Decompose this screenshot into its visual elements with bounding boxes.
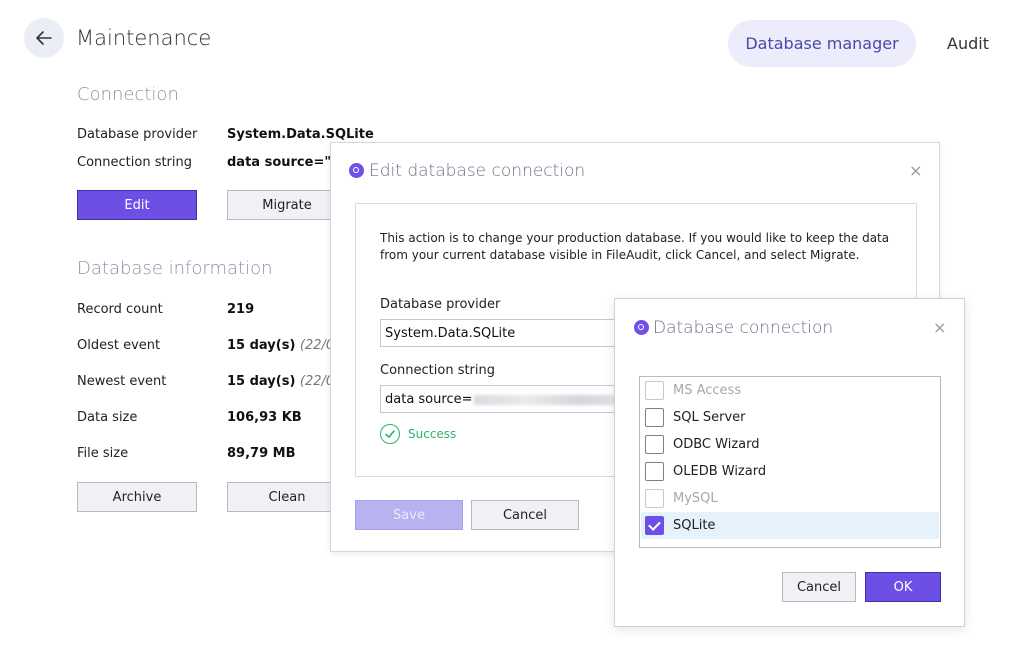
connection-status: Success [380, 424, 456, 444]
option-sqlite[interactable]: SQLite [641, 512, 939, 539]
connection-string-label: Connection string [77, 155, 193, 170]
provider-label: Database provider [77, 127, 198, 142]
conn-cancel-button[interactable]: Cancel [782, 572, 856, 602]
checkbox[interactable] [645, 462, 664, 481]
checkbox-checked[interactable] [645, 516, 664, 535]
option-mysql[interactable]: MySQL [641, 485, 939, 512]
record-count-value: 219 [227, 302, 255, 317]
option-odbc-wizard[interactable]: ODBC Wizard [641, 431, 939, 458]
arrow-left-icon [36, 31, 52, 45]
checkbox[interactable] [645, 408, 664, 427]
edit-dialog-close-icon[interactable]: × [909, 161, 922, 180]
oldest-event-label: Oldest event [77, 338, 161, 353]
provider-checkbox-list: MS Access SQL Server ODBC Wizard OLEDB W… [639, 376, 941, 548]
fileaudit-logo-icon [634, 320, 649, 335]
ok-button[interactable]: OK [865, 572, 941, 602]
nav-audit[interactable]: Audit [947, 34, 989, 53]
file-size-value: 89,79 MB [227, 446, 296, 461]
checkbox[interactable] [645, 381, 664, 400]
conn-dialog-close-icon[interactable]: × [933, 318, 946, 337]
edit-dialog-title: Edit database connection [369, 161, 586, 181]
connection-section-title: Connection [77, 84, 179, 105]
database-connection-dialog: Database connection × MS Access SQL Serv… [614, 298, 965, 627]
data-size-label: Data size [77, 410, 138, 425]
page-title: Maintenance [76, 26, 212, 50]
fileaudit-logo-icon [349, 163, 364, 178]
save-button[interactable]: Save [355, 500, 463, 530]
edit-connection-string-label: Connection string [380, 363, 496, 378]
redacted-text [474, 394, 635, 405]
db-info-section-title: Database information [77, 258, 273, 279]
nav-database-manager[interactable]: Database manager [728, 20, 916, 67]
checkbox[interactable] [645, 489, 664, 508]
clean-button[interactable]: Clean [227, 482, 347, 512]
checkbox[interactable] [645, 435, 664, 454]
migrate-button[interactable]: Migrate [227, 190, 347, 220]
success-text: Success [408, 427, 457, 441]
newest-event-value: 15 day(s) (22/06/ [227, 374, 347, 389]
data-size-value: 106,93 KB [227, 410, 302, 425]
record-count-label: Record count [77, 302, 163, 317]
edit-provider-label: Database provider [380, 297, 501, 312]
option-sql-server[interactable]: SQL Server [641, 404, 939, 431]
archive-button[interactable]: Archive [77, 482, 197, 512]
check-circle-icon [380, 424, 400, 444]
provider-value: System.Data.SQLite [227, 127, 374, 142]
conn-dialog-title: Database connection [653, 318, 834, 338]
option-oledb-wizard[interactable]: OLEDB Wizard [641, 458, 939, 485]
newest-event-label: Newest event [77, 374, 167, 389]
back-button[interactable] [24, 18, 64, 58]
option-ms-access[interactable]: MS Access [641, 377, 939, 404]
file-size-label: File size [77, 446, 129, 461]
oldest-event-value: 15 day(s) (22/06/ [227, 338, 347, 353]
edit-dialog-description: This action is to change your production… [380, 231, 890, 262]
edit-button[interactable]: Edit [77, 190, 197, 220]
edit-cancel-button[interactable]: Cancel [471, 500, 579, 530]
